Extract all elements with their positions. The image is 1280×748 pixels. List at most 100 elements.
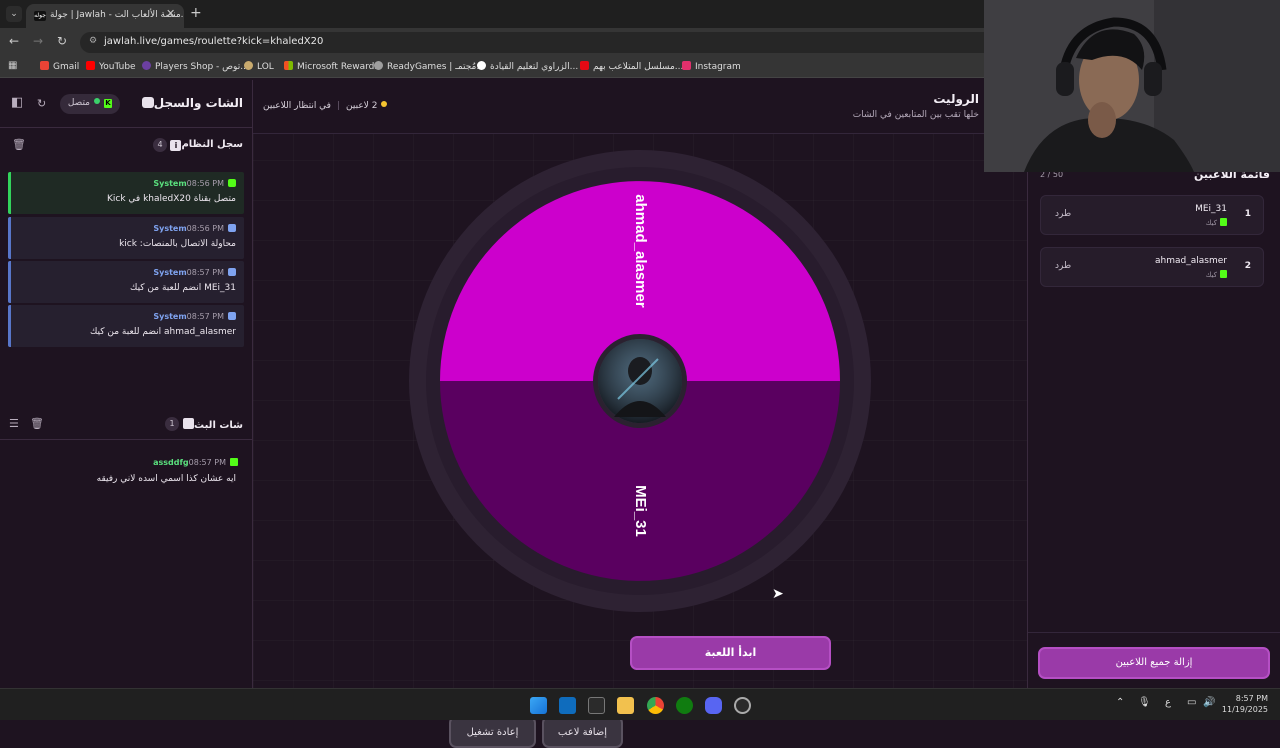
wheel-segment-label: ahmad_alasmer <box>632 194 649 308</box>
chat-message-meta: assddfg08:57 PM <box>149 458 238 467</box>
forward-icon[interactable]: → <box>33 34 43 48</box>
network-icon[interactable]: ▭ <box>1187 697 1196 708</box>
bookmark-youtube[interactable]: YouTube <box>86 61 136 72</box>
discord-icon[interactable] <box>705 697 722 714</box>
url-bar[interactable]: ⚙ jawlah.live/games/roulette?kick=khaled… <box>80 32 1040 53</box>
xbox-icon[interactable] <box>676 697 693 714</box>
remove-all-players-button[interactable]: إزالة جميع اللاعبين <box>1038 647 1270 679</box>
bookmark-microsoft-rewards[interactable]: Microsoft Rewards <box>284 61 379 72</box>
log-entry-meta: System08:56 PM <box>149 224 236 233</box>
taskbar-clock[interactable]: 8:57 PM 11/19/2025 <box>1222 693 1268 715</box>
file-explorer-icon[interactable] <box>617 697 634 714</box>
tab-close-icon[interactable]: ✕ <box>166 7 175 20</box>
add-player-button[interactable]: إضافة لاعب <box>542 716 623 748</box>
collapse-panel-icon[interactable]: ◧ <box>11 95 23 110</box>
browser-tab[interactable]: جوله جولة | Jawlah - منصة الألعاب الت... <box>26 4 184 28</box>
tab-title: جولة | Jawlah - منصة الألعاب الت... <box>50 10 184 20</box>
player-platform: كيك <box>1206 270 1227 279</box>
bookmark-gmail[interactable]: Gmail <box>40 61 79 72</box>
player-number: 1 <box>1244 209 1251 219</box>
chat-message-text: ايه عشان كذا اسمي اسده لاني رفيقه <box>96 474 236 484</box>
bookmark-driving-school[interactable]: الزراوي لتعليم القيادة... <box>477 61 578 72</box>
bookmark-readygames[interactable]: ReadyGames | مُجتمـ... <box>374 61 485 72</box>
refresh-icon[interactable]: ↻ <box>37 97 46 110</box>
start-game-button[interactable]: ابدأ اللعبة <box>630 636 831 670</box>
stream-chat-header: شات البث 1 ☰ 🗑 <box>0 410 253 440</box>
apps-grid-icon[interactable]: ▦ <box>8 60 17 71</box>
online-dot-icon <box>94 98 100 104</box>
kick-player-button[interactable]: طرد <box>1055 261 1071 271</box>
game-area: الروليت خلها تقب بين المتابعين في الشات … <box>253 80 1027 748</box>
kick-badge-icon <box>228 179 236 187</box>
wheel-segment-label: MEi_31 <box>632 485 649 537</box>
clear-log-trash-icon[interactable]: 🗑 <box>12 138 26 151</box>
log-entry-meta: System08:57 PM <box>149 312 236 321</box>
kick-logo-icon: K <box>104 99 112 108</box>
player-number: 2 <box>1244 261 1251 271</box>
microphone-icon[interactable]: 🎙 <box>1138 697 1151 708</box>
microsoft-icon <box>284 61 293 70</box>
log-entry-message: ahmad_alasmer انضم للعبة من كيك <box>89 327 236 337</box>
filter-icon[interactable]: ☰ <box>9 417 19 430</box>
driving-school-icon <box>477 61 486 70</box>
volume-icon[interactable]: 🔊 <box>1203 697 1215 708</box>
back-icon[interactable]: ← <box>9 34 19 48</box>
system-badge-icon <box>228 224 236 232</box>
series-site-icon <box>580 61 589 70</box>
reload-icon[interactable]: ↻ <box>57 34 67 48</box>
outlook-icon[interactable] <box>559 697 576 714</box>
windows-taskbar: ⌃ 🎙 ع ▭ 🔊 8:57 PM 11/19/2025 <box>0 688 1280 720</box>
system-log-entry: System08:57 PM MEi_31 انضم للعبة من كيك <box>8 261 244 303</box>
status-separator: | <box>336 101 341 111</box>
chat-panel-title: الشات والسجل <box>136 96 243 110</box>
restart-button[interactable]: إعادة تشغيل <box>449 716 536 748</box>
site-info-icon[interactable]: ⚙ <box>89 36 97 46</box>
bookmark-instagram[interactable]: Instagram <box>682 61 741 72</box>
game-subtitle: خلها تقب بين المتابعين في الشات <box>852 110 979 120</box>
log-entry-meta: System08:56 PM <box>149 179 236 188</box>
bookmark-lol[interactable]: LOL <box>244 61 274 72</box>
system-log-entry: System08:56 PM متصل بقناة khaledX20 في K… <box>8 172 244 214</box>
panel-divider <box>1028 632 1280 633</box>
chat-bubble-icon <box>183 418 195 429</box>
gmail-icon <box>40 61 49 70</box>
roulette-wheel[interactable]: ahmad_alasmer MEi_31 <box>408 149 872 613</box>
status-dot-icon <box>381 101 388 107</box>
tray-chevron-icon[interactable]: ⌃ <box>1116 697 1124 708</box>
tab-search-icon[interactable]: ⌄ <box>6 6 22 22</box>
chrome-icon[interactable] <box>647 697 664 714</box>
windows-start-icon[interactable] <box>530 697 547 714</box>
system-badge-icon <box>228 312 236 320</box>
kick-badge-icon <box>230 458 238 466</box>
chat-panel: الشات والسجل Kمتصل ↻ ◧ سجل النظامi 4 🗑 S… <box>0 80 253 688</box>
new-tab-icon[interactable]: + <box>190 5 202 21</box>
chat-panel-header: الشات والسجل Kمتصل ↻ ◧ <box>0 80 253 128</box>
url-text: jawlah.live/games/roulette?kick=khaledX2… <box>104 36 324 47</box>
webcam-video <box>984 0 1280 172</box>
log-entry-message: محاولة الاتصال بالمنصات: kick <box>119 239 236 249</box>
bookmark-series[interactable]: مسلسل المتلاعب بهم... <box>580 61 683 72</box>
app-icon[interactable] <box>734 697 751 714</box>
tab-favicon: جوله <box>34 11 46 21</box>
language-indicator[interactable]: ع <box>1165 697 1171 708</box>
system-log-entry: System08:57 PM ahmad_alasmer انضم للعبة … <box>8 305 244 347</box>
game-status: 2 لاعبين | في انتظار اللاعبين <box>263 101 388 111</box>
stream-chat-title: شات البث <box>177 418 243 431</box>
system-log-entry: System08:56 PM محاولة الاتصال بالمنصات: … <box>8 217 244 259</box>
clear-chat-trash-icon[interactable]: 🗑 <box>30 417 44 430</box>
bookmark-players-shop[interactable]: Players Shop - توص... <box>142 61 249 72</box>
players-count: 2 لاعبين <box>346 101 378 111</box>
waiting-status: في انتظار اللاعبين <box>263 101 331 111</box>
log-entry-message: MEi_31 انضم للعبة من كيك <box>129 283 236 293</box>
connection-status-badge: Kمتصل <box>60 94 120 114</box>
kick-logo-icon <box>1220 218 1227 226</box>
player-card: 2 ahmad_alasmer كيك طرد <box>1040 247 1264 287</box>
player-name: ahmad_alasmer <box>1155 256 1227 266</box>
player-platform: كيك <box>1206 218 1227 227</box>
stream-chat-count: 1 <box>165 417 179 431</box>
player-card: 1 MEi_31 كيك طرد <box>1040 195 1264 235</box>
store-icon[interactable] <box>588 697 605 714</box>
game-title: الروليت <box>933 92 979 106</box>
info-icon: i <box>170 140 182 151</box>
kick-player-button[interactable]: طرد <box>1055 209 1071 219</box>
